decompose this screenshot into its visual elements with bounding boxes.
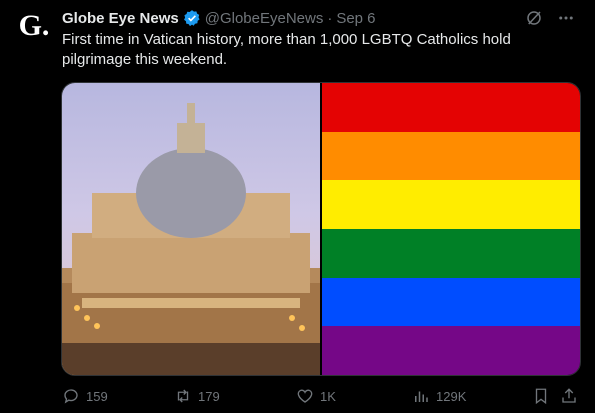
author-avatar[interactable]: G. xyxy=(14,6,54,46)
repost-icon xyxy=(177,389,189,403)
tweet-timestamp[interactable]: Sep 6 xyxy=(336,10,375,27)
reply-icon xyxy=(64,389,78,404)
bookmark-icon xyxy=(535,388,547,405)
like-count: 1K xyxy=(320,388,336,404)
avatar-logo-text: G. xyxy=(18,9,50,42)
flag-stripe-orange xyxy=(322,131,580,181)
reply-button[interactable]: 159 xyxy=(62,387,108,405)
rainbow-flag-image[interactable] xyxy=(322,83,580,375)
share-icon xyxy=(562,388,576,403)
more-options-icon[interactable] xyxy=(557,9,575,27)
heart-icon xyxy=(297,389,313,403)
share-button[interactable] xyxy=(560,387,578,405)
flag-stripe-blue xyxy=(322,277,580,327)
repost-count: 179 xyxy=(198,388,220,404)
flag-stripe-red xyxy=(322,83,580,132)
reply-count: 159 xyxy=(86,388,108,404)
views-chart-icon xyxy=(415,391,428,402)
basilica-illustration xyxy=(62,103,320,375)
grok-icon[interactable] xyxy=(525,9,543,27)
tweet-header: Globe Eye News @GlobeEyeNews · Sep 6 xyxy=(62,8,575,28)
author-handle[interactable]: @GlobeEyeNews xyxy=(205,10,324,27)
repost-button[interactable]: 179 xyxy=(174,387,220,405)
view-count: 129K xyxy=(436,388,467,404)
flag-stripe-purple xyxy=(322,326,580,375)
views-button[interactable]: 129K xyxy=(412,387,466,405)
flag-stripe-green xyxy=(322,229,580,278)
tweet-text: First time in Vatican history, more than… xyxy=(62,31,511,68)
author-name[interactable]: Globe Eye News xyxy=(62,10,179,27)
verified-badge-icon xyxy=(183,10,200,27)
separator-dot: · xyxy=(327,9,333,27)
bookmark-button[interactable] xyxy=(532,387,550,405)
like-button[interactable]: 1K xyxy=(296,387,336,405)
tweet-media[interactable] xyxy=(61,82,581,376)
flag-stripe-yellow xyxy=(322,180,580,230)
tweet-actions: 159 179 1K 129K xyxy=(62,384,579,408)
basilica-image[interactable] xyxy=(62,83,320,375)
